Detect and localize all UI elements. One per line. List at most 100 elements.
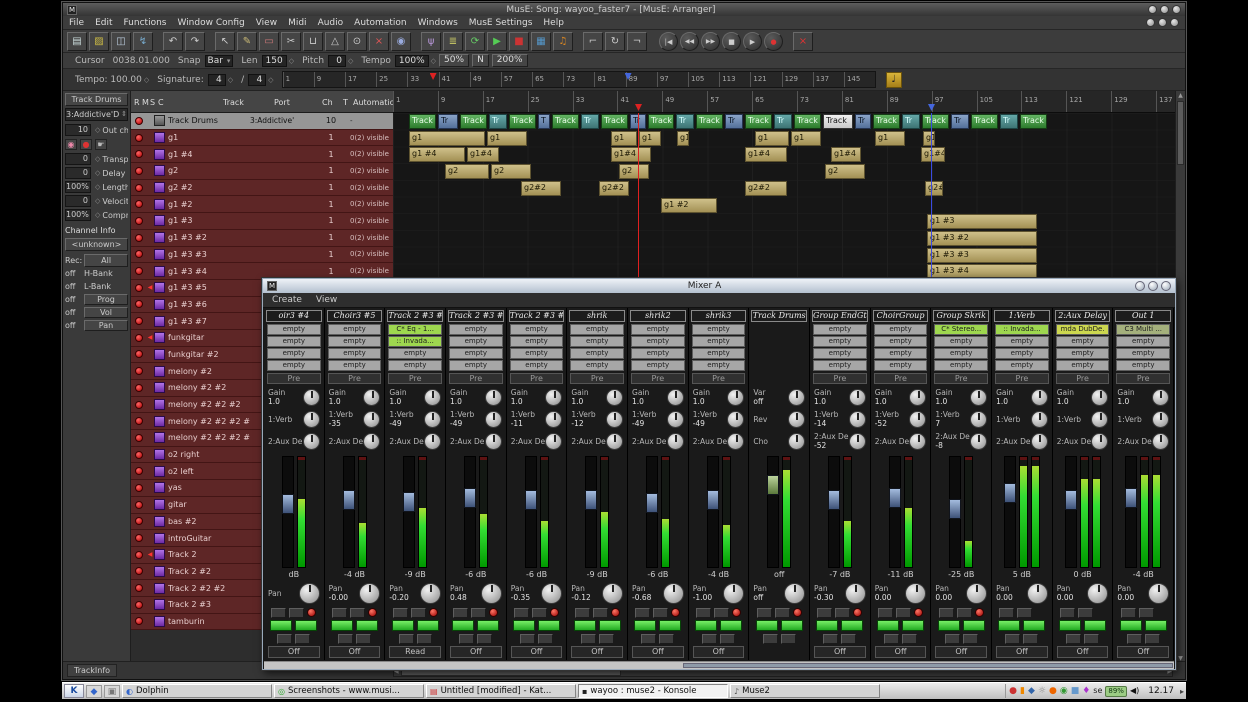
solo-button[interactable]	[477, 620, 499, 631]
prefader-button[interactable]	[902, 634, 917, 644]
volume-icon[interactable]	[1130, 684, 1139, 698]
strip-name[interactable]: Group Skrik	[933, 310, 989, 322]
record-arm-dot[interactable]	[135, 117, 143, 125]
solo-button[interactable]	[356, 620, 378, 631]
automation-mode-select[interactable]: Off	[1117, 646, 1169, 658]
automation-mode-select[interactable]: Off	[1057, 646, 1109, 658]
record-arm-dot[interactable]	[135, 517, 143, 525]
loop-icon[interactable]: ↻	[605, 32, 625, 51]
record-button[interactable]	[975, 608, 984, 617]
clock[interactable]: 12.17	[1144, 686, 1178, 696]
aux2-knob[interactable]	[667, 433, 684, 450]
strip-name[interactable]: Group EndGtarr	[812, 310, 868, 322]
gain-knob[interactable]	[1091, 389, 1108, 406]
prefader-button[interactable]	[599, 634, 614, 644]
arranger-part[interactable]: g2#2	[745, 181, 787, 196]
gain-knob[interactable]	[424, 389, 441, 406]
menu-item[interactable]: Midi	[288, 18, 306, 28]
effect-slot[interactable]: empty	[813, 336, 867, 347]
effect-slot[interactable]: empty	[267, 360, 321, 371]
record-arm-dot[interactable]	[135, 617, 143, 625]
arranger-part[interactable]: Track	[552, 114, 579, 129]
rec-all-button[interactable]: All	[84, 254, 128, 267]
pre-button[interactable]: Pre	[1056, 373, 1110, 384]
tempo-display-spinner[interactable]	[144, 76, 149, 84]
metronome-button[interactable]: ♩	[886, 72, 902, 88]
aux1-knob[interactable]	[970, 411, 987, 428]
arranger-part[interactable]: g1 #3 #3	[927, 248, 1037, 263]
arranger-part[interactable]: Tr	[581, 114, 599, 129]
record-arm-dot[interactable]	[135, 334, 143, 342]
pan-knob[interactable]	[966, 583, 987, 604]
pitch-spinner[interactable]	[348, 57, 353, 65]
arranger-part[interactable]: g2	[445, 164, 489, 179]
effect-slot[interactable]: empty	[874, 324, 928, 335]
tray-icon-3[interactable]: ◆	[1028, 684, 1035, 698]
menu-item[interactable]: Windows	[418, 18, 458, 28]
menu-item[interactable]: File	[69, 18, 84, 28]
automation-mode-select[interactable]: Off	[511, 646, 563, 658]
effect-slot[interactable]: empty	[692, 348, 746, 359]
clip-indicator[interactable]	[1141, 457, 1148, 460]
keyboard-layout-indicator[interactable]: se	[1093, 684, 1102, 698]
tempo-input[interactable]: 100%	[395, 55, 429, 67]
prefader-button[interactable]	[295, 634, 310, 644]
record-button[interactable]	[914, 608, 923, 617]
solo-button[interactable]	[902, 620, 924, 631]
signature-numerator[interactable]: 4	[208, 74, 226, 86]
record-arm-dot[interactable]	[135, 250, 143, 258]
track-row[interactable]: g2 1 0(2) visible	[131, 163, 393, 180]
effect-slot[interactable]: empty	[692, 360, 746, 371]
volume-fader[interactable]	[1065, 456, 1077, 568]
arranger-part[interactable]: Track	[745, 114, 772, 129]
muse-titlebar[interactable]: MusE: Song: wayoo_faster7 - [MusE: Arran…	[63, 3, 1185, 16]
effect-slot[interactable]: C* Stereo...	[934, 324, 988, 335]
record-button[interactable]	[853, 608, 862, 617]
mute-button[interactable]	[513, 620, 535, 631]
record-arm-dot[interactable]	[135, 467, 143, 475]
mute-button[interactable]	[998, 620, 1020, 631]
pencil-tool-icon[interactable]: ✎	[237, 32, 257, 51]
track-row[interactable]: Track Drums 3:Addictive' 10 -	[131, 113, 393, 130]
tray-icon-6[interactable]: ◉	[1060, 684, 1068, 698]
record-arm-dot[interactable]	[135, 150, 143, 158]
automation-mode-select[interactable]: Off	[996, 646, 1048, 658]
arranger-part[interactable]: Track	[696, 114, 723, 129]
stereo-toggle-button[interactable]	[702, 634, 717, 644]
effect-slot[interactable]: empty	[328, 324, 382, 335]
mdi-minimize-button[interactable]	[1146, 18, 1155, 27]
mute-button[interactable]	[695, 620, 717, 631]
zoom-in-button[interactable]: 200%	[492, 54, 528, 67]
arranger-part[interactable]: g1	[677, 131, 689, 146]
aux2-knob[interactable]	[970, 433, 987, 450]
record-arm-dot[interactable]	[135, 350, 143, 358]
len-spinner[interactable]	[289, 57, 294, 65]
pre-button[interactable]: Pre	[449, 373, 503, 384]
prefader-button[interactable]	[1084, 634, 1099, 644]
record-button[interactable]	[550, 608, 559, 617]
mute-button[interactable]	[816, 620, 838, 631]
clip-indicator[interactable]	[844, 457, 851, 460]
solo-button[interactable]	[1145, 620, 1167, 631]
stereo-toggle-button[interactable]	[520, 634, 535, 644]
routing-button[interactable]	[1121, 608, 1136, 618]
clip-indicator[interactable]	[783, 457, 790, 460]
gain-knob[interactable]	[545, 389, 562, 406]
pan-knob[interactable]	[299, 583, 320, 604]
automation-mode-select[interactable]: Off	[329, 646, 381, 658]
solo-button[interactable]	[417, 620, 439, 631]
effect-slot[interactable]: empty	[570, 336, 624, 347]
record-arm-dot[interactable]	[135, 200, 143, 208]
save-icon[interactable]: ◫	[111, 32, 131, 51]
trackinfo-track-button[interactable]: Track Drums	[65, 93, 128, 106]
effect-slot[interactable]: :: Invada...	[995, 324, 1049, 335]
effect-slot[interactable]: empty	[328, 336, 382, 347]
pan-knob[interactable]	[1027, 583, 1048, 604]
solo-button[interactable]	[1023, 620, 1045, 631]
track-row[interactable]: g1 #3 #2 1 0(2) visible	[131, 230, 393, 247]
routing-button[interactable]	[635, 608, 650, 618]
mute-button[interactable]	[1059, 620, 1081, 631]
gain-knob[interactable]	[667, 389, 684, 406]
effect-slot[interactable]: empty	[388, 360, 442, 371]
effect-slot[interactable]: empty	[874, 348, 928, 359]
